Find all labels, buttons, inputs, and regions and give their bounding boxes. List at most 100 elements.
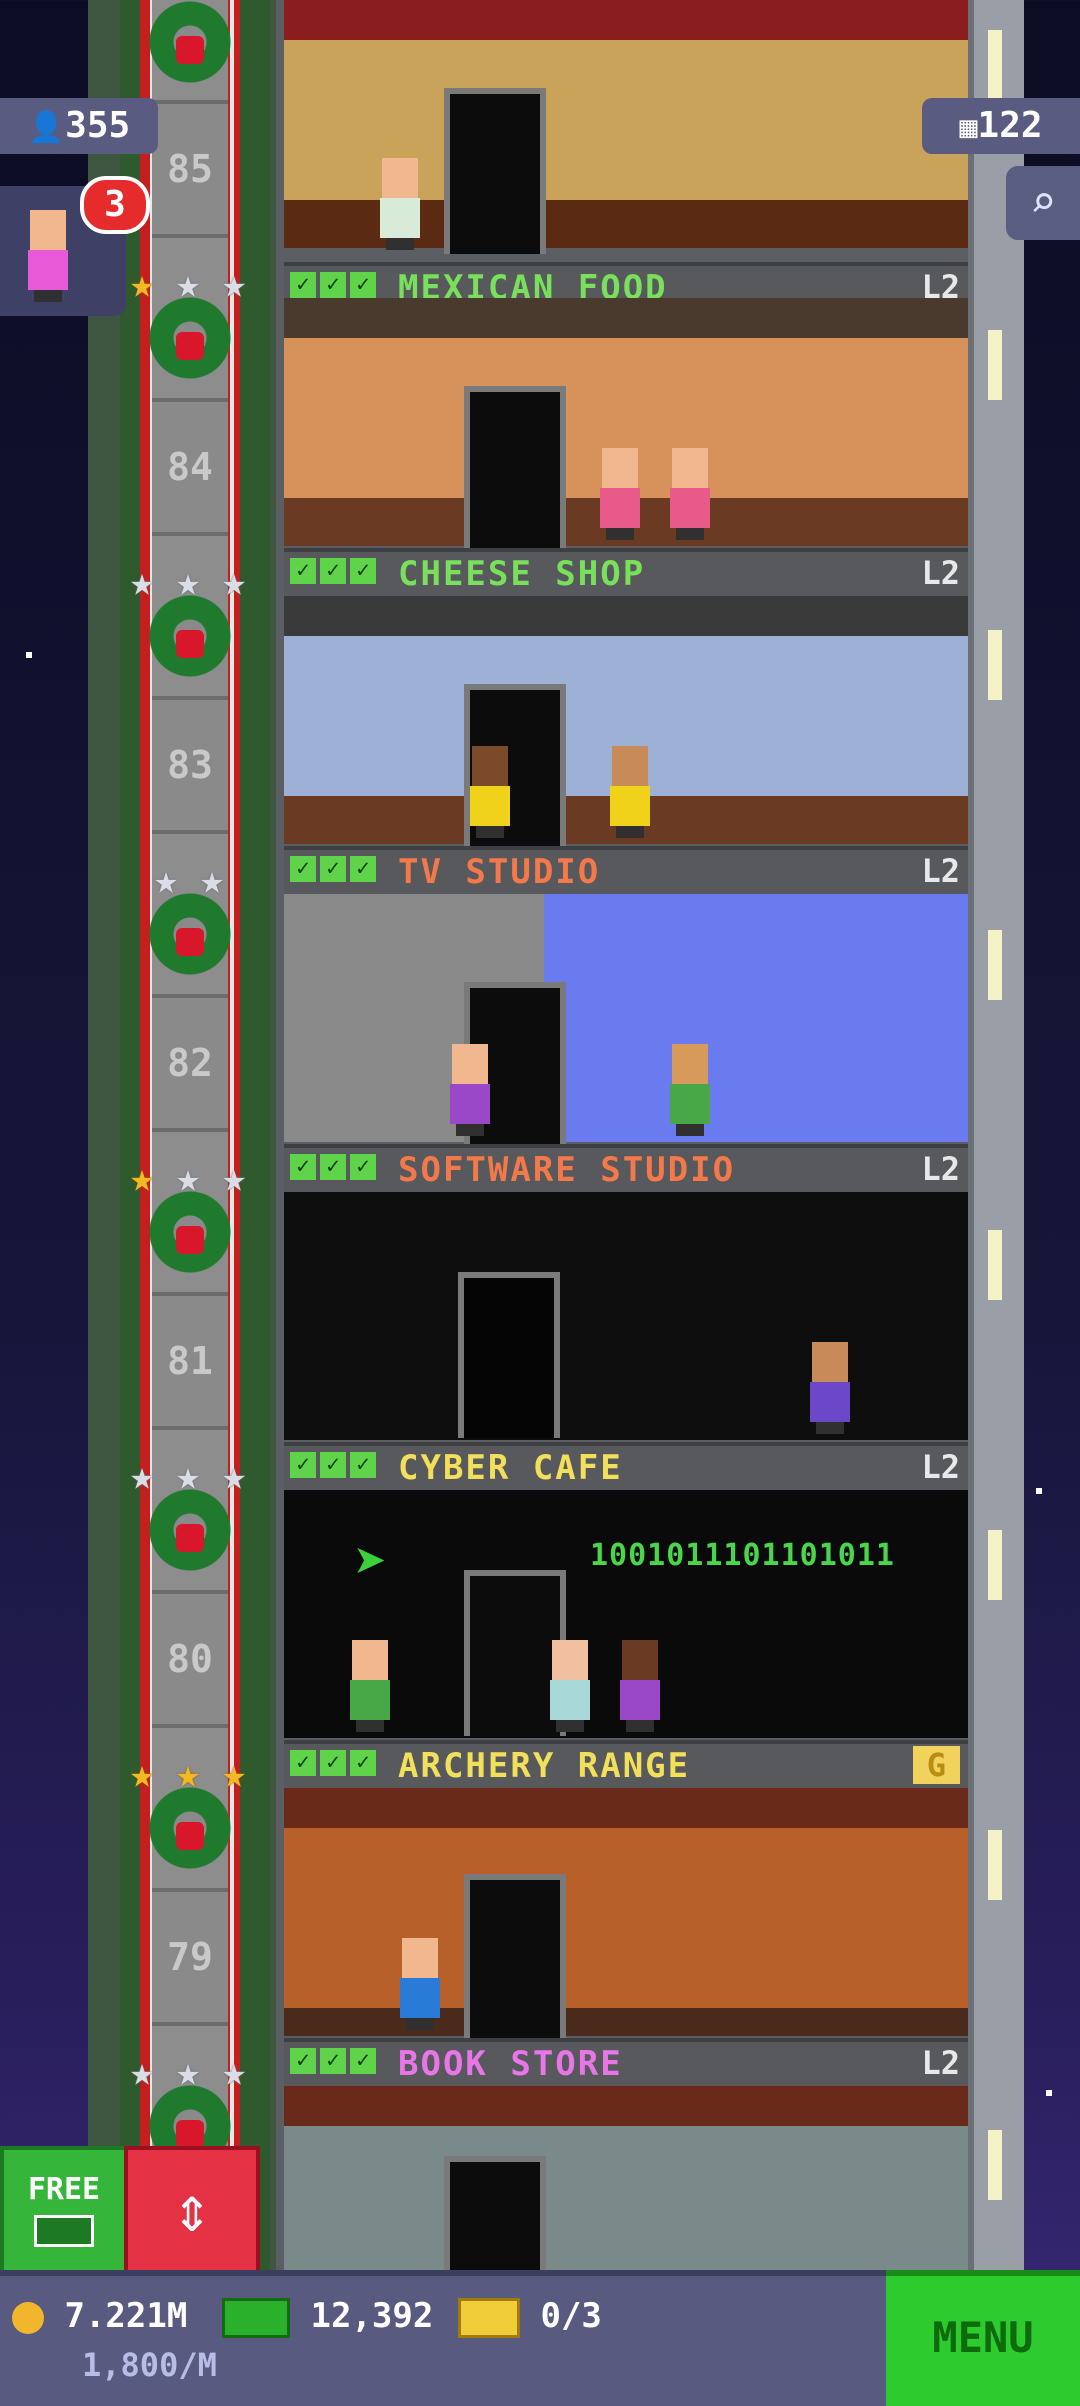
- floor-name: TV STUDIO: [398, 852, 601, 892]
- silver-star-icon: ★: [221, 261, 247, 307]
- floor-label-bar[interactable]: ✓ ✓ ✓ CHEESE SHOP L2: [284, 548, 968, 596]
- floor-star-rating: ★ ★ ★: [120, 560, 256, 608]
- gold-star-icon: ★: [175, 1751, 201, 1797]
- check-icon: ✓: [320, 2048, 346, 2074]
- resident-person[interactable]: [544, 1640, 594, 1732]
- floor-cyber-cafe[interactable]: ✓ ✓ ✓ CYBER CAFE L2: [284, 1192, 968, 1490]
- resident-person[interactable]: [374, 158, 424, 250]
- resident-person[interactable]: [604, 746, 654, 838]
- silver-star-icon: ★: [175, 261, 201, 307]
- check-icon: ✓: [320, 1452, 346, 1478]
- check-icon: ✓: [350, 856, 376, 882]
- silver-star-icon: ★: [129, 1453, 155, 1499]
- resident-person[interactable]: [394, 1938, 444, 2030]
- resident-person[interactable]: [594, 448, 644, 540]
- floor-tv-studio[interactable]: ✓ ✓ ✓ TV STUDIO L2: [284, 596, 968, 894]
- floor-cheese-shop[interactable]: ✓ ✓ ✓ CHEESE SHOP L2: [284, 298, 968, 596]
- tickets-display[interactable]: 0/3: [458, 2296, 602, 2338]
- coins-value: 7.221M: [64, 2296, 188, 2336]
- floor-checkmarks: ✓ ✓ ✓: [290, 1154, 376, 1180]
- room-interior: [284, 596, 968, 850]
- floor-mexican-food[interactable]: ✓ ✓ ✓ MEXICAN FOOD L2: [284, 0, 968, 298]
- floor-count-badge[interactable]: ▦122: [922, 98, 1080, 154]
- silver-star-icon: ★: [175, 1155, 201, 1201]
- check-icon: ✓: [350, 1750, 376, 1776]
- bux-display[interactable]: 12,392: [222, 2296, 433, 2338]
- silver-star-icon: ★: [129, 559, 155, 605]
- check-icon: ✓: [320, 856, 346, 882]
- tickets-value: 0/3: [540, 2296, 602, 2336]
- silver-star-icon: ★: [221, 1155, 247, 1201]
- shaft-floor-number: 85: [152, 100, 228, 238]
- resident-person[interactable]: [344, 1640, 394, 1732]
- floor-level: G: [912, 1746, 960, 1784]
- silver-star-icon: ★: [221, 2049, 247, 2095]
- floor-name: CHEESE SHOP: [398, 554, 646, 594]
- silver-star-icon: ★: [221, 1453, 247, 1499]
- floor-label-bar[interactable]: ✓ ✓ ✓ CYBER CAFE L2: [284, 1442, 968, 1490]
- silver-star-icon: ★: [199, 857, 225, 903]
- free-bux-button[interactable]: FREE: [0, 2146, 128, 2278]
- silver-star-icon: ★: [129, 2049, 155, 2095]
- bux-value: 12,392: [310, 2296, 434, 2336]
- floor-partial[interactable]: [284, 2086, 968, 2270]
- silver-star-icon: ★: [175, 1453, 201, 1499]
- resident-person[interactable]: [614, 1640, 664, 1732]
- silver-star-icon: ★: [221, 559, 247, 605]
- floor-checkmarks: ✓ ✓ ✓: [290, 272, 376, 298]
- population-count: 355: [65, 105, 131, 146]
- search-button[interactable]: ⌕: [1006, 166, 1080, 240]
- building-icon: ▦: [959, 110, 978, 145]
- floor-label-bar[interactable]: ✓ ✓ ✓ TV STUDIO L2: [284, 846, 968, 894]
- resident-person[interactable]: [664, 1044, 714, 1136]
- background-star: [1046, 2090, 1052, 2096]
- check-icon: ✓: [290, 1452, 316, 1478]
- check-icon: ✓: [350, 1154, 376, 1180]
- room-door: [464, 1874, 566, 2040]
- check-icon: ✓: [350, 2048, 376, 2074]
- resident-person[interactable]: [664, 448, 714, 540]
- coin-icon: [12, 2301, 44, 2334]
- floor-label-bar[interactable]: ✓ ✓ ✓ BOOK STORE L2: [284, 2038, 968, 2086]
- resident-person[interactable]: [444, 1044, 494, 1136]
- check-icon: ✓: [290, 2048, 316, 2074]
- floor-label-bar[interactable]: ✓ ✓ ✓ MEXICAN FOOD L2: [284, 262, 968, 298]
- silver-star-icon: ★: [175, 2049, 201, 2095]
- room-interior: [284, 1192, 968, 1440]
- resident-person[interactable]: [804, 1342, 854, 1434]
- resident-person[interactable]: [464, 746, 514, 838]
- gold-star-icon: ★: [129, 1751, 155, 1797]
- floor-level: L2: [921, 1448, 960, 1486]
- elevator-button[interactable]: ⇕: [124, 2146, 260, 2278]
- floor-software-studio[interactable]: ✓ ✓ ✓ SOFTWARE STUDIO L2: [284, 894, 968, 1192]
- floor-count: 122: [977, 105, 1043, 146]
- floor-checkmarks: ✓ ✓ ✓: [290, 558, 376, 584]
- check-icon: ✓: [290, 1154, 316, 1180]
- population-badge[interactable]: 👤355: [0, 98, 158, 154]
- room-door: [464, 386, 566, 552]
- ticket-icon: [458, 2297, 520, 2338]
- wreath-decoration: [148, 0, 232, 84]
- floor-level: L2: [921, 554, 960, 592]
- check-icon: ✓: [290, 1750, 316, 1776]
- floor-archery-range[interactable]: 1001011101101011 ➤ ✓ ✓ ✓ ARCHERY RANGE G: [284, 1490, 968, 1788]
- coins-display: 7.221M: [12, 2296, 187, 2336]
- room-interior: [284, 0, 968, 254]
- gold-star-icon: ★: [221, 1751, 247, 1797]
- binary-display: 1001011101101011: [590, 1538, 895, 1573]
- check-icon: ✓: [320, 272, 346, 298]
- check-icon: ✓: [350, 1452, 376, 1478]
- floor-star-rating: ★ ★ ★: [120, 262, 256, 310]
- floor-checkmarks: ✓ ✓ ✓: [290, 856, 376, 882]
- room-door: [444, 88, 546, 254]
- room-interior: [284, 894, 968, 1148]
- shaft-floor-number: 83: [152, 696, 228, 834]
- menu-button[interactable]: MENU: [886, 2270, 1080, 2406]
- check-icon: ✓: [320, 1154, 346, 1180]
- bux-icon: [34, 2215, 94, 2247]
- floor-book-store[interactable]: ✓ ✓ ✓ BOOK STORE L2: [284, 1788, 968, 2086]
- income-display: 1,800/M: [82, 2346, 217, 2384]
- check-icon: ✓: [350, 558, 376, 584]
- floor-label-bar[interactable]: ✓ ✓ ✓ SOFTWARE STUDIO L2: [284, 1144, 968, 1192]
- floor-label-bar[interactable]: ✓ ✓ ✓ ARCHERY RANGE G: [284, 1740, 968, 1788]
